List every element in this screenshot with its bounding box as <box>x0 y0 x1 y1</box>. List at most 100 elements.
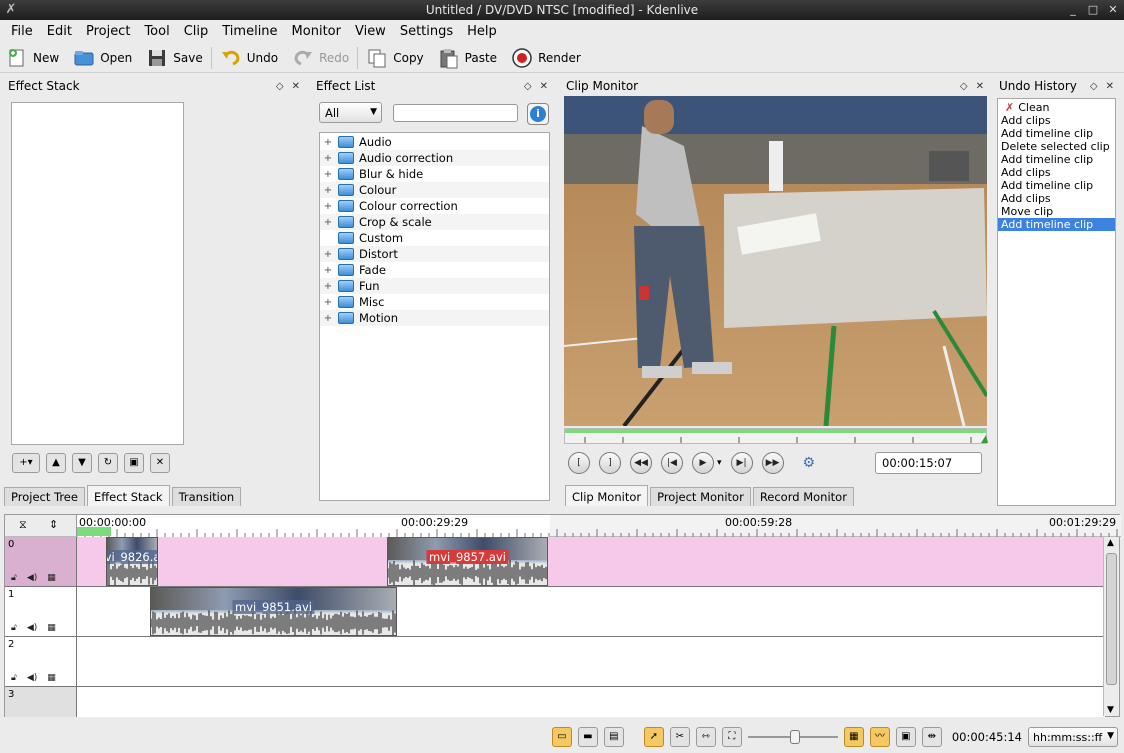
undo-history-item[interactable]: Add clips <box>998 192 1115 205</box>
track-header-0[interactable]: 0 🔓︎ ◀) ▦ <box>5 537 77 587</box>
timeline-clip[interactable]: mvi_9851.avi <box>150 587 397 636</box>
effect-search-input[interactable] <box>393 104 518 122</box>
undo-history-item[interactable]: Add timeline clip <box>998 179 1115 192</box>
maximize-button[interactable]: □ <box>1086 0 1100 20</box>
tab-clip-monitor[interactable]: Clip Monitor <box>565 485 649 506</box>
move-down-icon[interactable]: ▼ <box>72 453 92 473</box>
tab-project-monitor[interactable]: Project Monitor <box>650 487 751 506</box>
audio-speaker-icon[interactable]: ◀) <box>27 623 37 633</box>
effect-category-item[interactable]: + Misc <box>320 294 549 310</box>
set-zone-end-icon[interactable]: ] <box>599 452 621 474</box>
tab-project-tree[interactable]: Project Tree <box>4 487 85 506</box>
new-button[interactable]: New <box>6 47 59 69</box>
menu-view[interactable]: View <box>348 24 393 39</box>
expand-plus-icon[interactable]: + <box>320 281 336 292</box>
effect-category-item[interactable]: + Crop & scale <box>320 214 549 230</box>
menu-clip[interactable]: Clip <box>177 24 216 39</box>
video-thumbnails-toggle-icon[interactable]: ▭ <box>551 726 572 747</box>
save-effect-icon[interactable]: ▣ <box>124 453 144 473</box>
scrollbar-thumb[interactable] <box>1106 553 1117 685</box>
info-button[interactable]: i <box>527 103 549 125</box>
menu-tool[interactable]: Tool <box>137 24 176 39</box>
timeline-ruler[interactable]: 00:00:00:00 00:00:29:29 00:00:59:28 00:0… <box>77 515 1121 537</box>
effect-category-item[interactable]: Custom <box>320 230 549 246</box>
close-dock-icon[interactable]: ✕ <box>976 81 984 92</box>
timeline-clip[interactable]: mvi_9857.avi <box>387 537 548 586</box>
collapse-tracks-icon[interactable]: ⧖ <box>19 518 27 532</box>
monitor-video-frame[interactable] <box>564 96 987 426</box>
split-audio-icon[interactable]: ⇹ <box>921 726 942 747</box>
fit-zoom-icon[interactable]: ⛶ <box>721 726 742 747</box>
effect-stack-list[interactable] <box>11 102 184 445</box>
expand-plus-icon[interactable]: + <box>320 313 336 324</box>
timeline-clip[interactable]: mvi_9826.avi <box>106 537 158 586</box>
timecode-format-dropdown[interactable]: hh:mm:ss::ff ▼ <box>1028 726 1118 747</box>
video-filmstrip-icon[interactable]: ▦ <box>47 673 56 683</box>
markers-toggle-icon[interactable]: ▤ <box>603 726 624 747</box>
play-options-chevron-icon[interactable]: ▾ <box>717 458 722 468</box>
open-button[interactable]: Open <box>73 47 132 69</box>
monitor-timecode-field[interactable]: 00:00:15:07 <box>875 452 982 474</box>
expand-plus-icon[interactable]: + <box>320 137 336 148</box>
track-header-2[interactable]: 2 🔓︎ ◀) ▦ <box>5 637 77 687</box>
tab-transition[interactable]: Transition <box>171 487 242 506</box>
close-window-button[interactable]: ✕ <box>1106 0 1120 20</box>
video-filmstrip-icon[interactable]: ▦ <box>47 573 56 583</box>
undo-history-item[interactable]: Add timeline clip <box>998 218 1115 231</box>
track-body-3[interactable] <box>77 687 1105 717</box>
effect-category-item[interactable]: + Colour correction <box>320 198 549 214</box>
effect-category-item[interactable]: + Colour <box>320 182 549 198</box>
undo-history-item[interactable]: Add timeline clip <box>998 153 1115 166</box>
move-up-icon[interactable]: ▲ <box>46 453 66 473</box>
menu-edit[interactable]: Edit <box>40 24 79 39</box>
audio-speaker-icon[interactable]: ◀) <box>27 573 37 583</box>
zoom-slider[interactable] <box>747 727 838 747</box>
float-dock-icon[interactable]: ◇ <box>276 81 284 92</box>
effect-category-item[interactable]: + Distort <box>320 246 549 262</box>
lock-icon[interactable]: 🔓︎ <box>11 673 17 683</box>
expand-plus-icon[interactable]: + <box>320 201 336 212</box>
float-dock-icon[interactable]: ◇ <box>524 81 532 92</box>
undo-history-item[interactable]: Delete selected clip <box>998 140 1115 153</box>
track-body-2[interactable] <box>77 637 1105 687</box>
track-body-0[interactable]: mvi_9826.avi mvi_9857.avi <box>77 537 1105 587</box>
snap-toggle-icon[interactable]: ▦ <box>843 726 864 747</box>
render-button[interactable]: Render <box>511 47 581 69</box>
expand-plus-icon[interactable]: + <box>320 217 336 228</box>
add-effect-icon[interactable]: +▾ <box>12 453 40 473</box>
play-icon[interactable]: ▶ <box>692 452 714 474</box>
float-dock-icon[interactable]: ◇ <box>960 81 968 92</box>
expand-plus-icon[interactable]: + <box>320 249 336 260</box>
audio-speaker-icon[interactable]: ◀) <box>27 673 37 683</box>
kdenlive-app-icon[interactable]: ✗ <box>3 2 19 18</box>
copy-button[interactable]: Copy <box>366 47 424 69</box>
zoom-slider-handle[interactable] <box>789 729 800 744</box>
selection-tool-icon[interactable]: ➚ <box>643 726 664 747</box>
fast-forward-icon[interactable]: ▶▶ <box>761 452 784 474</box>
audio-thumbnails-toggle-icon[interactable]: ▬ <box>577 726 598 747</box>
minimize-button[interactable]: _ <box>1066 0 1080 20</box>
menu-file[interactable]: File <box>4 24 40 39</box>
previous-frame-icon[interactable]: |◀ <box>661 452 683 474</box>
delete-effect-icon[interactable]: ✕ <box>150 453 170 473</box>
close-dock-icon[interactable]: ✕ <box>1106 81 1114 92</box>
expand-plus-icon[interactable]: + <box>320 153 336 164</box>
float-dock-icon[interactable]: ◇ <box>1090 81 1098 92</box>
undo-history-item[interactable]: Add clips <box>998 114 1115 127</box>
effect-category-item[interactable]: + Motion <box>320 310 549 326</box>
expand-plus-icon[interactable]: + <box>320 169 336 180</box>
track-header-1[interactable]: 1 🔓︎ ◀) ▦ <box>5 587 77 637</box>
close-dock-icon[interactable]: ✕ <box>292 81 300 92</box>
close-dock-icon[interactable]: ✕ <box>540 81 548 92</box>
menu-timeline[interactable]: Timeline <box>215 24 284 39</box>
effect-category-item[interactable]: + Audio <box>320 134 549 150</box>
undo-button[interactable]: Undo <box>220 47 278 69</box>
effect-category-item[interactable]: + Fun <box>320 278 549 294</box>
tab-effect-stack[interactable]: Effect Stack <box>86 485 170 506</box>
redo-button[interactable]: Redo <box>292 47 349 69</box>
timeline-vertical-scrollbar[interactable]: ▲ ▼ <box>1103 537 1119 716</box>
save-button[interactable]: Save <box>146 47 203 69</box>
menu-help[interactable]: Help <box>460 24 504 39</box>
spacer-tool-icon[interactable]: ⇿ <box>695 726 716 747</box>
effect-category-item[interactable]: + Audio correction <box>320 150 549 166</box>
